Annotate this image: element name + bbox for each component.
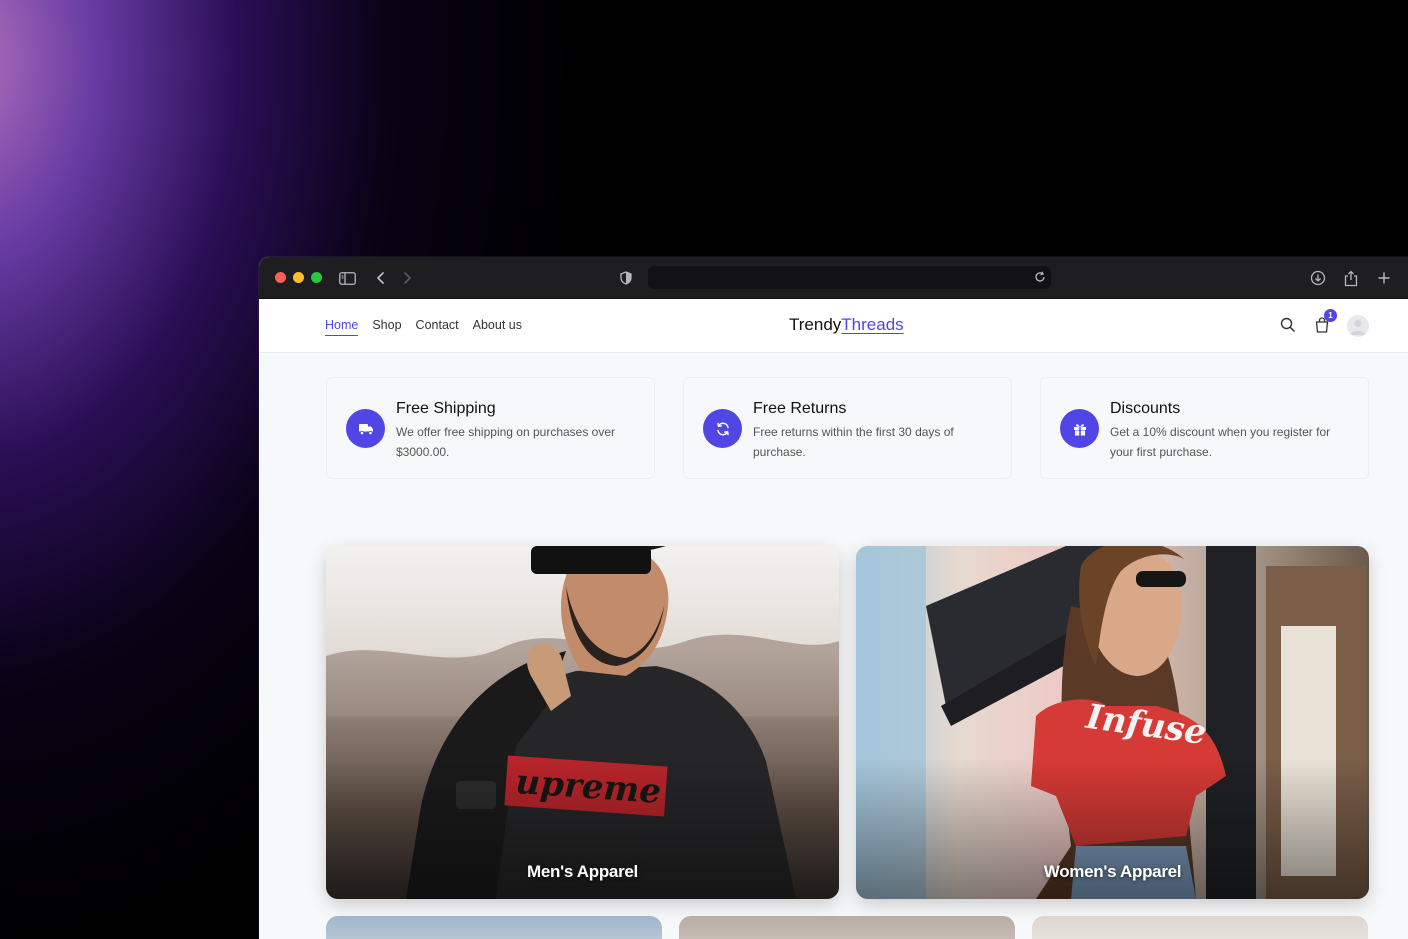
category-card-mens[interactable]: upreme Men's Apparel: [326, 546, 839, 899]
cart-count-badge: 1: [1324, 309, 1337, 322]
search-icon[interactable]: [1279, 316, 1299, 336]
category-label: Women's Apparel: [1043, 862, 1182, 881]
truck-icon: [346, 409, 385, 448]
mens-apparel-image: upreme: [326, 546, 839, 899]
nav-link-contact[interactable]: Contact: [416, 318, 459, 336]
zoom-window-button[interactable]: [311, 272, 322, 283]
forward-arrow-icon[interactable]: [397, 268, 417, 288]
category-grid: upreme Men's Apparel: [326, 546, 1369, 899]
logo-main-text: Trendy: [789, 315, 842, 334]
site-header: Home Shop Contact About us TrendyThreads…: [259, 299, 1408, 353]
site-logo[interactable]: TrendyThreads: [789, 315, 904, 335]
window-controls: [275, 272, 322, 283]
nav-link-about[interactable]: About us: [473, 318, 522, 336]
category-label: Men's Apparel: [527, 862, 638, 881]
gift-icon: [1060, 409, 1099, 448]
category-card-partial[interactable]: [326, 916, 662, 939]
feature-title: Free Returns: [753, 400, 847, 417]
browser-window: Home Shop Contact About us TrendyThreads…: [259, 257, 1408, 939]
refresh-icon: [703, 409, 742, 448]
nav-link-shop[interactable]: Shop: [372, 318, 401, 336]
user-avatar[interactable]: [1347, 315, 1369, 337]
category-card-partial[interactable]: [679, 916, 1015, 939]
category-grid-row-2: [326, 916, 1368, 939]
close-window-button[interactable]: [275, 272, 286, 283]
feature-card-returns: Free Returns Free returns within the fir…: [683, 377, 1012, 479]
feature-card-shipping: Free Shipping We offer free shipping on …: [326, 377, 655, 479]
header-actions: 1: [1277, 309, 1408, 339]
main-navigation: Home Shop Contact About us: [325, 318, 522, 336]
category-card-partial[interactable]: [1032, 916, 1368, 939]
privacy-shield-icon[interactable]: [616, 268, 636, 288]
share-icon[interactable]: [1341, 268, 1361, 288]
cart-button[interactable]: 1: [1313, 309, 1337, 336]
womens-apparel-image: Infuse: [856, 546, 1369, 899]
feature-description: We offer free shipping on purchases over…: [396, 425, 616, 459]
feature-description: Free returns within the first 30 days of…: [753, 425, 954, 459]
feature-title: Free Shipping: [396, 400, 496, 417]
minimize-window-button[interactable]: [293, 272, 304, 283]
downloads-icon[interactable]: [1308, 268, 1328, 288]
back-arrow-icon[interactable]: [371, 268, 391, 288]
browser-titlebar: [259, 257, 1408, 299]
feature-title: Discounts: [1110, 400, 1181, 417]
reload-icon[interactable]: [1033, 270, 1047, 284]
sidebar-toggle-icon[interactable]: [337, 268, 357, 288]
new-tab-plus-icon[interactable]: [1374, 268, 1394, 288]
feature-card-discounts: Discounts Get a 10% discount when you re…: [1040, 377, 1369, 479]
address-bar[interactable]: [648, 266, 1051, 289]
feature-description: Get a 10% discount when you register for…: [1110, 425, 1331, 459]
category-card-womens[interactable]: Infuse Women's Apparel: [856, 546, 1369, 899]
logo-accent-text: Threads: [841, 315, 904, 334]
feature-list: Free Shipping We offer free shipping on …: [326, 377, 1369, 479]
nav-link-home[interactable]: Home: [325, 318, 359, 336]
user-icon: [1350, 319, 1366, 335]
